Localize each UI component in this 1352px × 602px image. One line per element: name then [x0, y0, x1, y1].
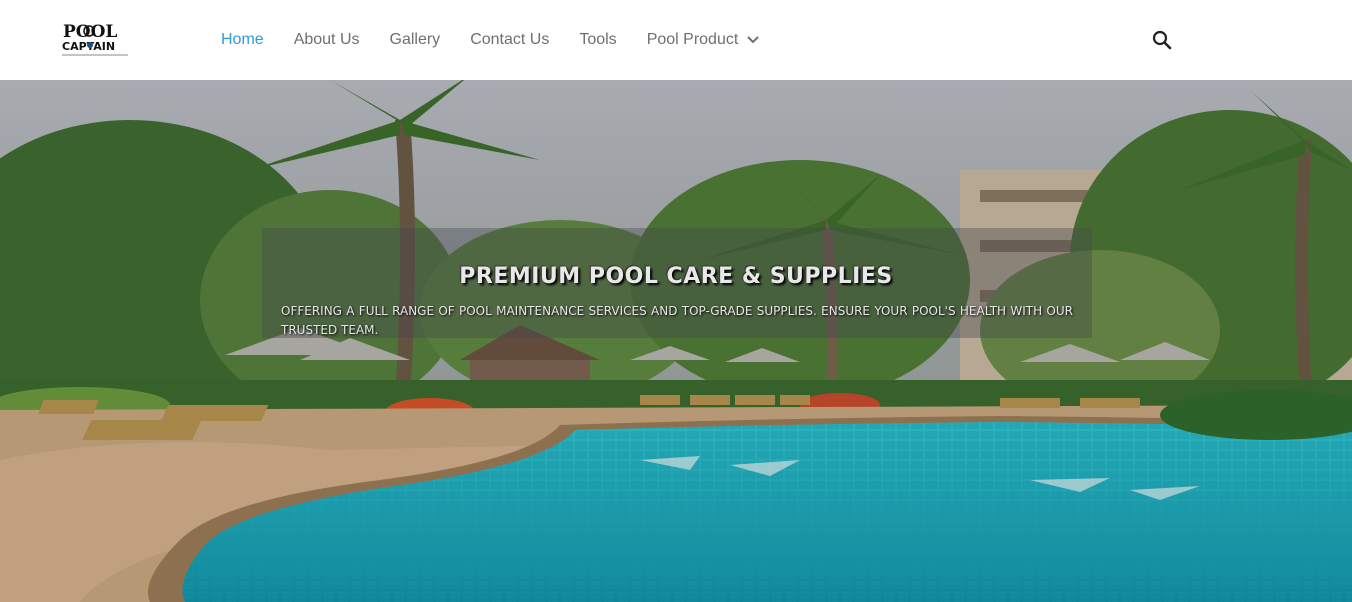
nav-about-us[interactable]: About Us: [294, 31, 360, 49]
hero-subtitle: OFFERING A FULL RANGE OF POOL MAINTENANC…: [281, 304, 1073, 337]
pool-captain-logo[interactable]: POOL CAPTAIN: [62, 22, 130, 58]
nav-pool-product-label: Pool Product: [646, 31, 739, 48]
main-nav: Home About Us Gallery Contact Us Tools P…: [221, 0, 790, 80]
search-icon[interactable]: [1151, 29, 1173, 51]
hero-banner: PREMIUM POOL CARE & SUPPLIES OFFERING A …: [0, 80, 1352, 602]
nav-tools[interactable]: Tools: [579, 31, 616, 49]
chevron-down-icon: [746, 35, 760, 45]
site-header: POOL CAPTAIN Home About Us Gallery Conta…: [0, 0, 1352, 80]
nav-contact-us[interactable]: Contact Us: [470, 31, 549, 49]
logo-text-pool: POOL: [63, 22, 117, 42]
nav-pool-product[interactable]: Pool Product: [647, 31, 761, 49]
hero-title: PREMIUM POOL CARE & SUPPLIES: [459, 264, 893, 289]
nav-home[interactable]: Home: [221, 31, 264, 49]
nav-gallery[interactable]: Gallery: [390, 31, 441, 49]
hero-overlay: [0, 80, 1352, 602]
